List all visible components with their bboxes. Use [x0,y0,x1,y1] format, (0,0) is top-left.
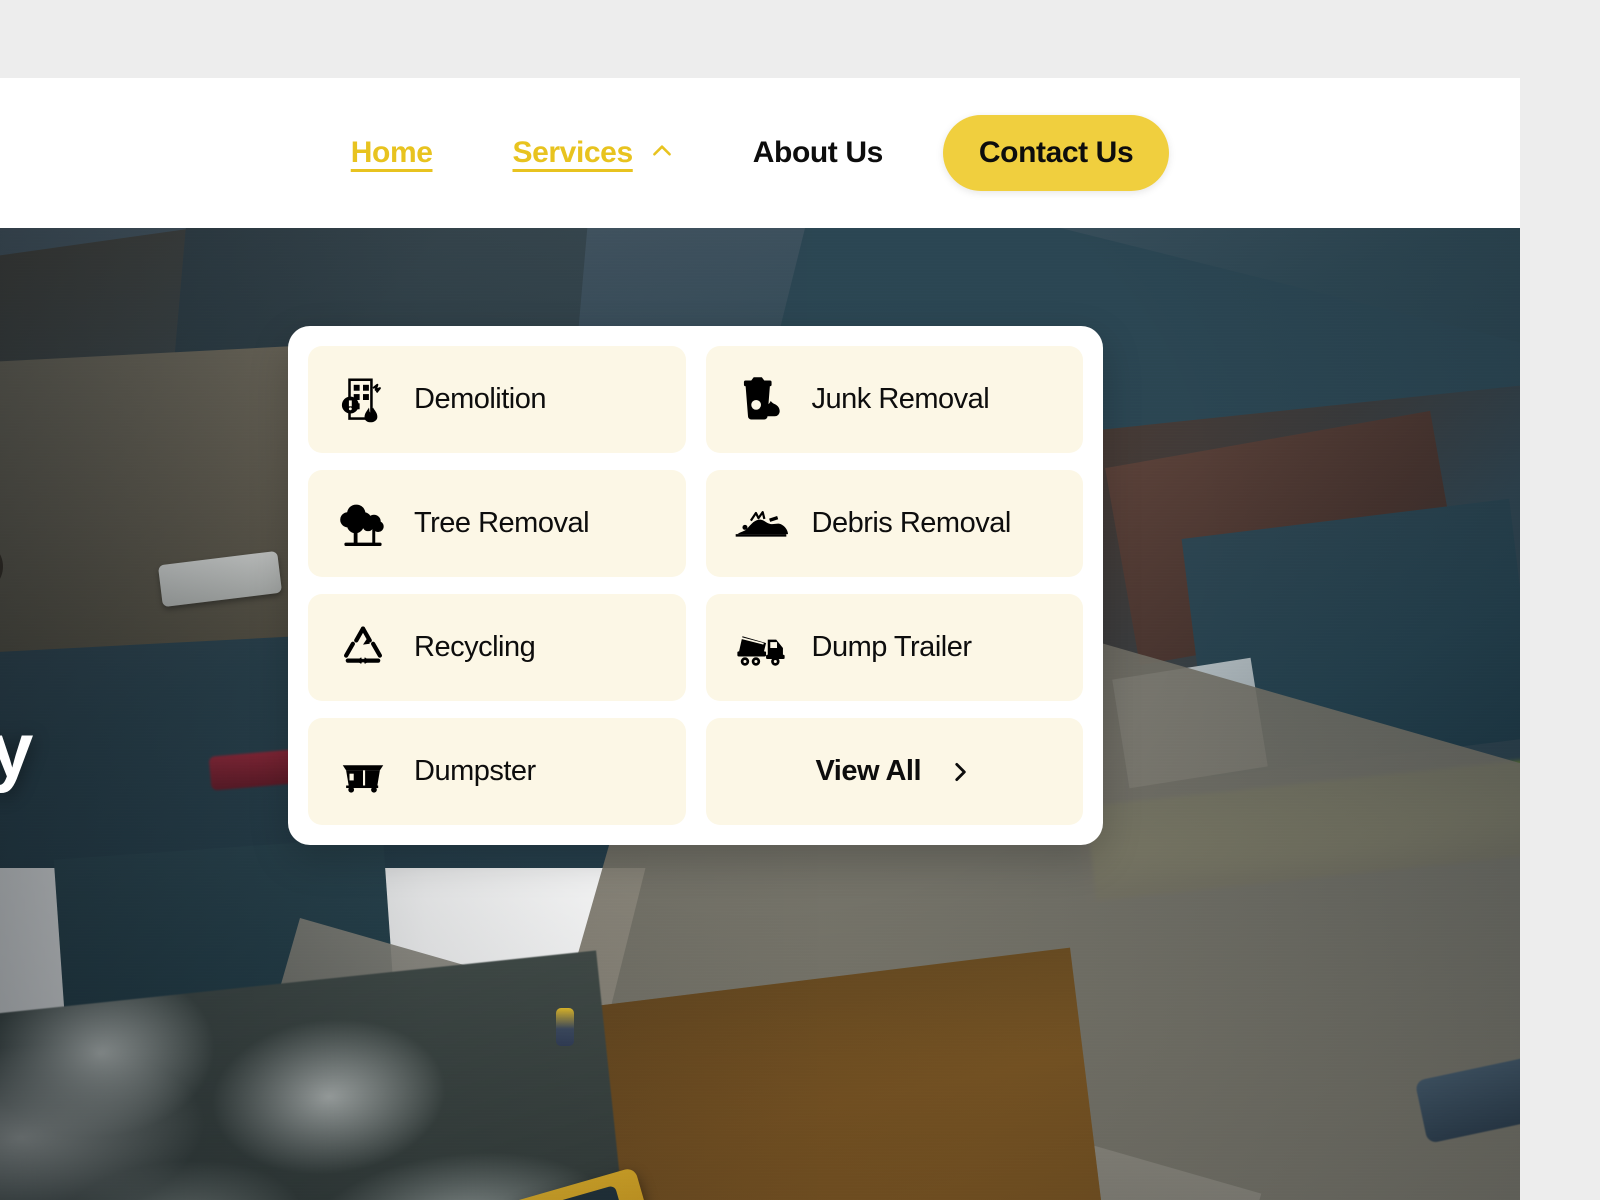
site-viewport: reenwood Counties ainable val, Recy Rent… [0,78,1520,1200]
chevron-right-icon [947,759,973,785]
debris-pile-icon [732,495,790,553]
service-label: Dump Trailer [811,631,973,663]
contact-us-button[interactable]: Contact Us [942,115,1170,191]
site-header: Home Services About Us Contact Us [0,78,1520,228]
service-item-dump-trailer[interactable]: Dump Trailer [705,594,1083,701]
nav-link-services[interactable]: Services [513,136,634,170]
dump-truck-icon [732,619,790,677]
view-all-label: View All [815,755,922,787]
service-item-debris-removal[interactable]: Debris Removal [705,470,1083,577]
nav-link-home[interactable]: Home [351,136,433,170]
trash-can-bag-icon [732,371,790,429]
tree-icon [334,495,392,553]
recycle-icon [334,619,392,677]
service-item-junk-removal[interactable]: Junk Removal [705,346,1083,453]
browser-top-strip [0,0,1600,78]
service-label: Demolition [414,383,547,415]
demolition-building-fire-icon [334,371,392,429]
service-label: Junk Removal [811,383,990,415]
services-grid: Demolition Junk Removal Tree Removal Deb… [308,346,1083,825]
service-label: Recycling [414,631,536,663]
nav-item-home[interactable]: Home [351,136,433,170]
service-label: Debris Removal [811,507,1012,539]
view-all-services-button[interactable]: View All [705,718,1083,825]
service-item-recycling[interactable]: Recycling [308,594,686,701]
main-navigation: Home Services About Us Contact Us [0,78,1520,228]
service-item-demolition[interactable]: Demolition [308,346,686,453]
service-label: Dumpster [414,755,536,787]
nav-link-about-us[interactable]: About Us [753,136,884,170]
dumpster-container-icon [334,743,392,801]
services-dropdown-panel: Demolition Junk Removal Tree Removal Deb… [288,326,1103,845]
service-item-tree-removal[interactable]: Tree Removal [308,470,686,577]
chevron-up-icon[interactable] [649,138,675,164]
service-item-dumpster[interactable]: Dumpster [308,718,686,825]
service-area-badge: reenwood Counties [0,540,3,593]
nav-item-services[interactable]: Services [513,136,675,170]
nav-item-about-us[interactable]: About Us [753,136,884,170]
service-label: Tree Removal [414,507,590,539]
